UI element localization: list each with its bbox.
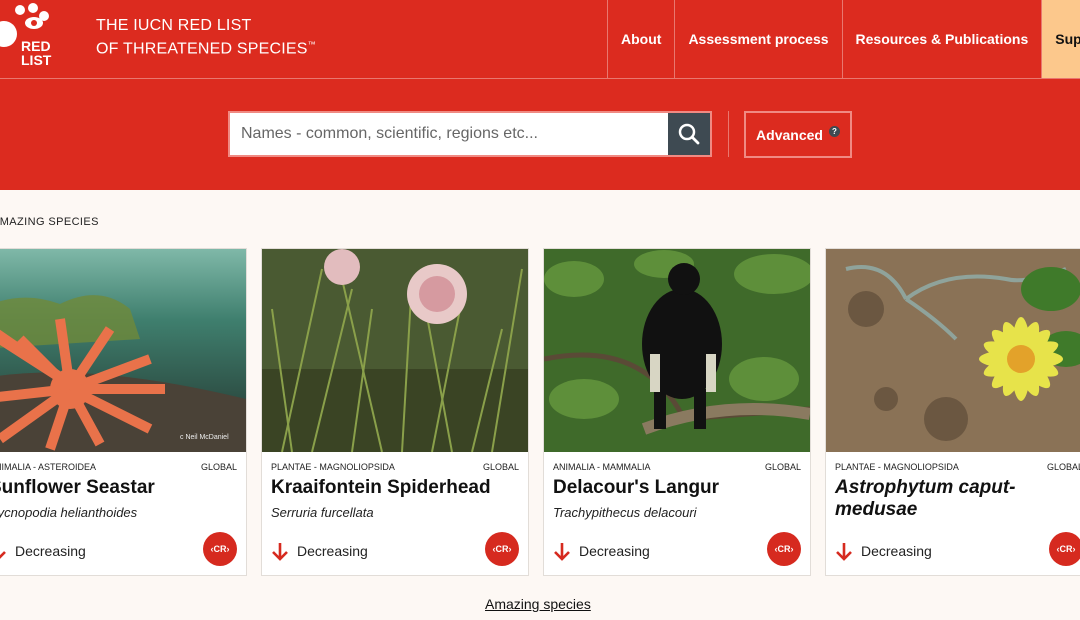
scope-label: GLOBAL: [482, 462, 519, 472]
taxonomy-label: PLANTAE - MAGNOLIOPSIDA: [835, 462, 959, 472]
status-badge[interactable]: ‹CR›: [203, 532, 237, 566]
status-label: ‹CR›: [492, 544, 512, 554]
search-band: Advanced ?: [0, 79, 1080, 190]
trend-label: Decreasing: [297, 543, 368, 559]
status-badge[interactable]: ‹CR›: [767, 532, 801, 566]
arrow-down-icon: [272, 543, 288, 561]
card-meta: PLANTAE - MAGNOLIOPSIDA GLOBAL: [835, 462, 1080, 472]
population-trend: Decreasing: [835, 541, 932, 561]
arrow-down-icon: [836, 543, 852, 561]
trend-label: Decreasing: [861, 543, 932, 559]
advanced-search-button[interactable]: Advanced ?: [744, 111, 852, 158]
status-badge[interactable]: ‹CR›: [485, 532, 519, 566]
common-name[interactable]: Sunflower Seastar: [0, 477, 237, 499]
taxonomy-label: ANIMALIA - ASTEROIDEA: [0, 462, 97, 472]
common-name[interactable]: Kraaifontein Spiderhead: [271, 477, 519, 499]
site-title[interactable]: THE IUCN RED LIST OF THREATENED SPECIES™: [96, 16, 316, 58]
status-badge[interactable]: ‹CR›: [1049, 532, 1080, 566]
species-card[interactable]: PLANTAE - MAGNOLIOPSIDA GLOBAL Astrophyt…: [825, 248, 1080, 576]
species-photo: [544, 249, 810, 452]
species-photo: [826, 249, 1080, 452]
nav-resources-publications[interactable]: Resources & Publications: [841, 0, 1042, 78]
search-icon: [678, 123, 700, 145]
nav-assessment-process[interactable]: Assessment process: [674, 0, 841, 78]
species-photo: c Neil McDaniel: [0, 249, 246, 452]
search-divider: [728, 111, 729, 157]
scientific-name: Pycnopodia helianthoides: [0, 505, 138, 520]
search-button[interactable]: [668, 113, 710, 155]
population-trend: Decreasing: [271, 541, 368, 561]
svg-text:LIST: LIST: [21, 52, 52, 68]
trend-label: Decreasing: [579, 543, 650, 559]
nav-about[interactable]: About: [607, 0, 674, 78]
status-label: ‹CR›: [774, 544, 794, 554]
arrow-down-icon: [0, 551, 6, 559]
scope-label: GLOBAL: [200, 462, 237, 472]
trademark-mark: ™: [307, 40, 316, 49]
species-card[interactable]: c Neil McDaniel ANIMALIA - ASTEROIDEA GL…: [0, 248, 247, 576]
search-box: [228, 111, 712, 157]
taxonomy-label: ANIMALIA - MAMMALIA: [553, 462, 651, 472]
nav-support-us[interactable]: Support u: [1041, 0, 1080, 78]
card-meta: PLANTAE - MAGNOLIOPSIDA GLOBAL: [271, 462, 519, 472]
status-label: ‹CR›: [1056, 544, 1076, 554]
section-title: AMAZING SPECIES: [0, 216, 99, 228]
iucn-logo[interactable]: RED LIST: [0, 0, 70, 70]
population-trend: Decreasing: [553, 541, 650, 561]
card-meta: ANIMALIA - MAMMALIA GLOBAL: [553, 462, 801, 472]
species-card[interactable]: PLANTAE - MAGNOLIOPSIDA GLOBAL Kraaifont…: [261, 248, 529, 576]
photo-credit: c Neil McDaniel: [180, 434, 229, 441]
population-trend: Decreasing: [0, 541, 86, 561]
trend-label: Decreasing: [15, 543, 86, 559]
common-name[interactable]: Delacour's Langur: [553, 477, 801, 499]
main-nav: About Assessment process Resources & Pub…: [607, 0, 1080, 78]
site-title-line2: OF THREATENED SPECIES: [96, 40, 308, 58]
search-input[interactable]: [230, 113, 668, 155]
site-header: RED LIST THE IUCN RED LIST OF THREATENED…: [0, 0, 1080, 79]
status-label: ‹CR›: [210, 544, 230, 554]
scientific-name: Serruria furcellata: [271, 505, 374, 520]
amazing-species-link[interactable]: Amazing species: [485, 596, 591, 612]
species-photo: [262, 249, 528, 452]
common-name[interactable]: Astrophytum caput-medusae: [835, 477, 1032, 521]
scope-label: GLOBAL: [1046, 462, 1080, 472]
species-card[interactable]: ANIMALIA - MAMMALIA GLOBAL Delacour's La…: [543, 248, 811, 576]
arrow-down-icon: [554, 543, 570, 561]
scientific-name: Trachypithecus delacouri: [553, 505, 697, 520]
advanced-label: Advanced: [756, 126, 823, 143]
taxonomy-label: PLANTAE - MAGNOLIOPSIDA: [271, 462, 395, 472]
scope-label: GLOBAL: [764, 462, 801, 472]
card-meta: ANIMALIA - ASTEROIDEA GLOBAL: [0, 462, 237, 472]
site-title-line1: THE IUCN RED LIST: [96, 17, 252, 34]
help-icon: ?: [828, 126, 840, 137]
